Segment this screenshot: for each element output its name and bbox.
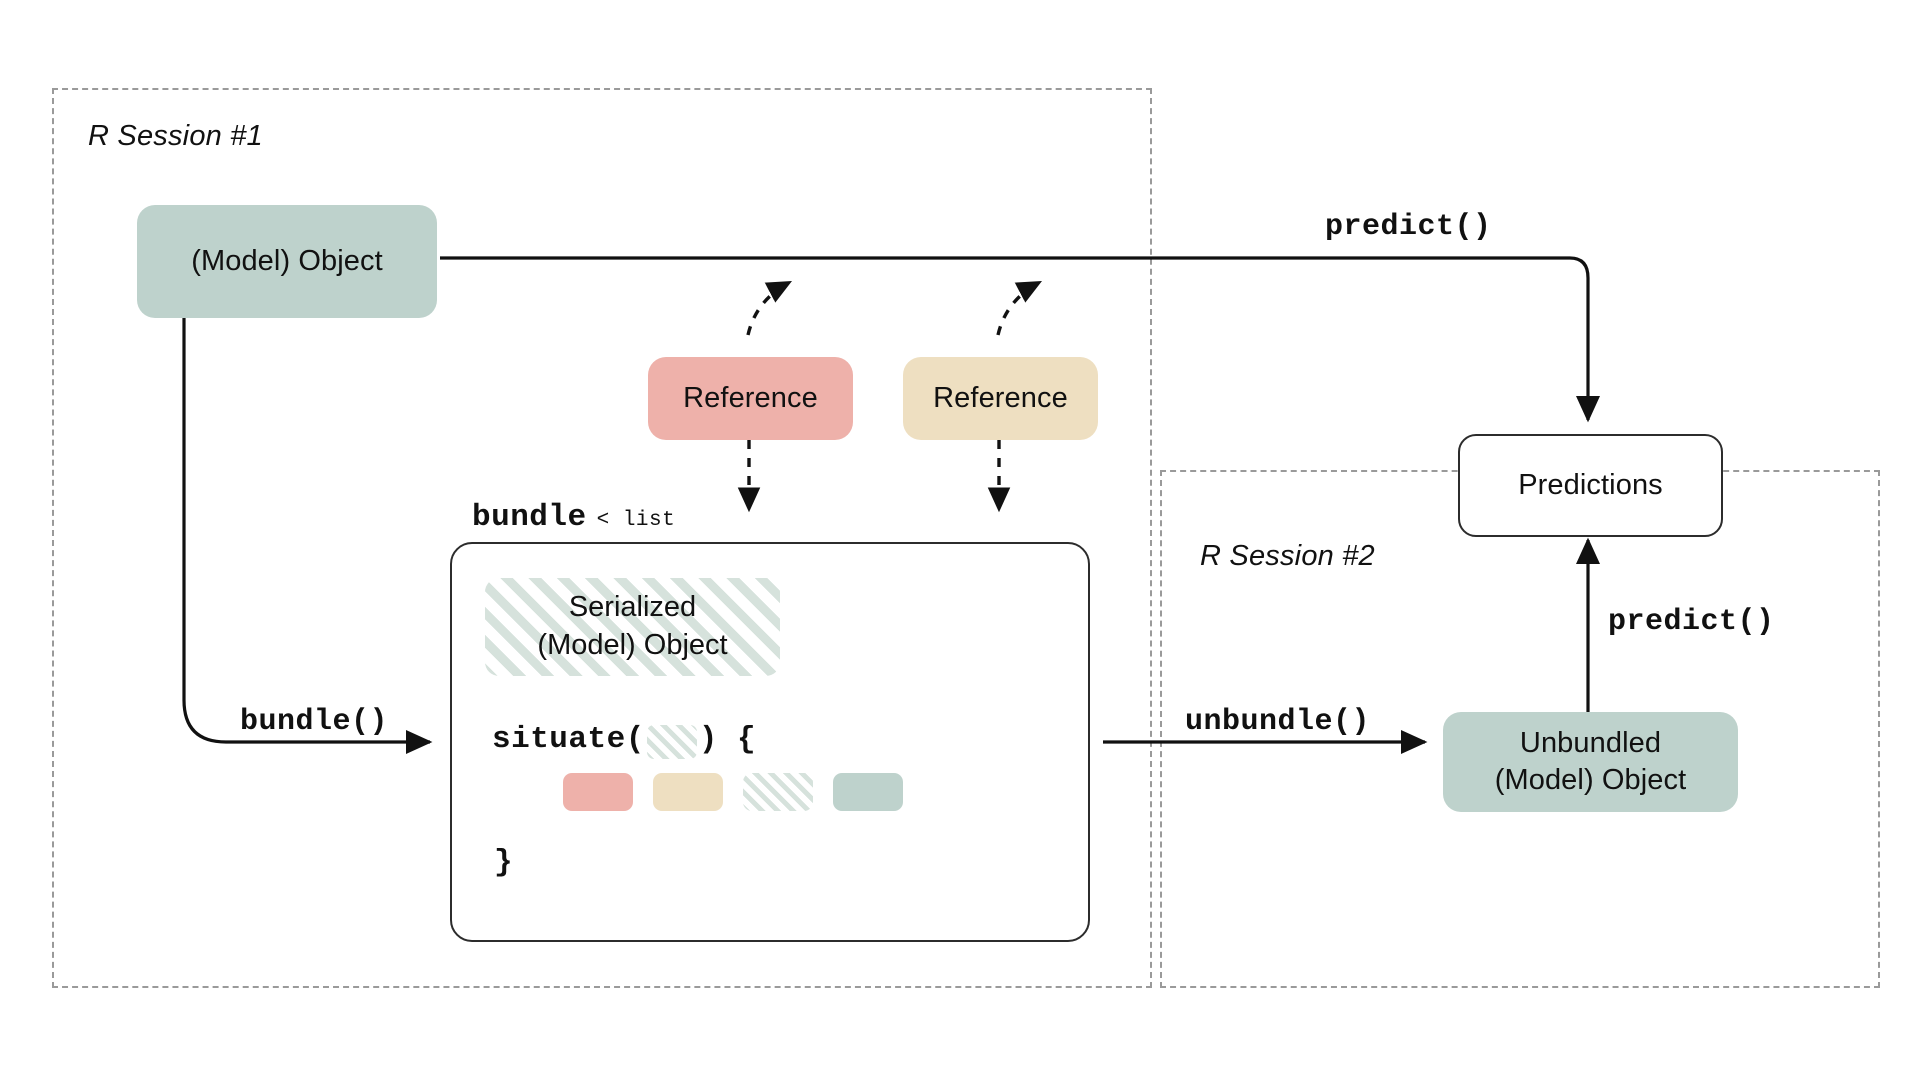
bundle-type-name: bundle [472, 500, 587, 535]
situate-suffix: ) { [698, 722, 757, 757]
node-unbundled-line-1: Unbundled [1519, 726, 1662, 759]
chip-pink [563, 773, 633, 811]
diagram-canvas: R Session #1 R Session #2 (Model) Object… [0, 0, 1920, 1080]
serialized-line-1: Serialized [568, 591, 697, 624]
node-unbundled-line-2: (Model) Object [1494, 764, 1687, 796]
chip-tan [653, 773, 723, 811]
edge-label-predict-1: predict() [1325, 210, 1492, 244]
session-label-1: R Session #1 [88, 120, 263, 152]
situate-argument-chip [646, 724, 697, 759]
situate-signature: situate( ) { [492, 722, 757, 759]
edge-label-predict-2: predict() [1608, 605, 1775, 639]
node-predictions[interactable]: Predictions [1458, 434, 1723, 537]
chip-sage [833, 773, 903, 811]
bundle-type-label: bundle < list [472, 500, 675, 535]
node-reference-1[interactable]: Reference [648, 357, 853, 440]
situate-closing-brace: } [494, 845, 513, 880]
situate-body-chips [563, 773, 903, 811]
session-label-2: R Session #2 [1200, 540, 1375, 572]
situate-prefix: situate( [492, 722, 645, 757]
node-unbundled-object[interactable]: Unbundled (Model) Object [1443, 712, 1738, 812]
serialized-line-2: (Model) Object [537, 629, 728, 661]
chip-hatched [743, 773, 813, 811]
edge-label-unbundle: unbundle() [1185, 705, 1371, 739]
node-model-object[interactable]: (Model) Object [137, 205, 437, 318]
bundle-type-parent: < list [596, 509, 676, 532]
node-reference-2[interactable]: Reference [903, 357, 1098, 440]
edge-label-bundle: bundle() [240, 705, 389, 739]
node-serialized-object[interactable]: Serialized (Model) Object [485, 578, 780, 676]
